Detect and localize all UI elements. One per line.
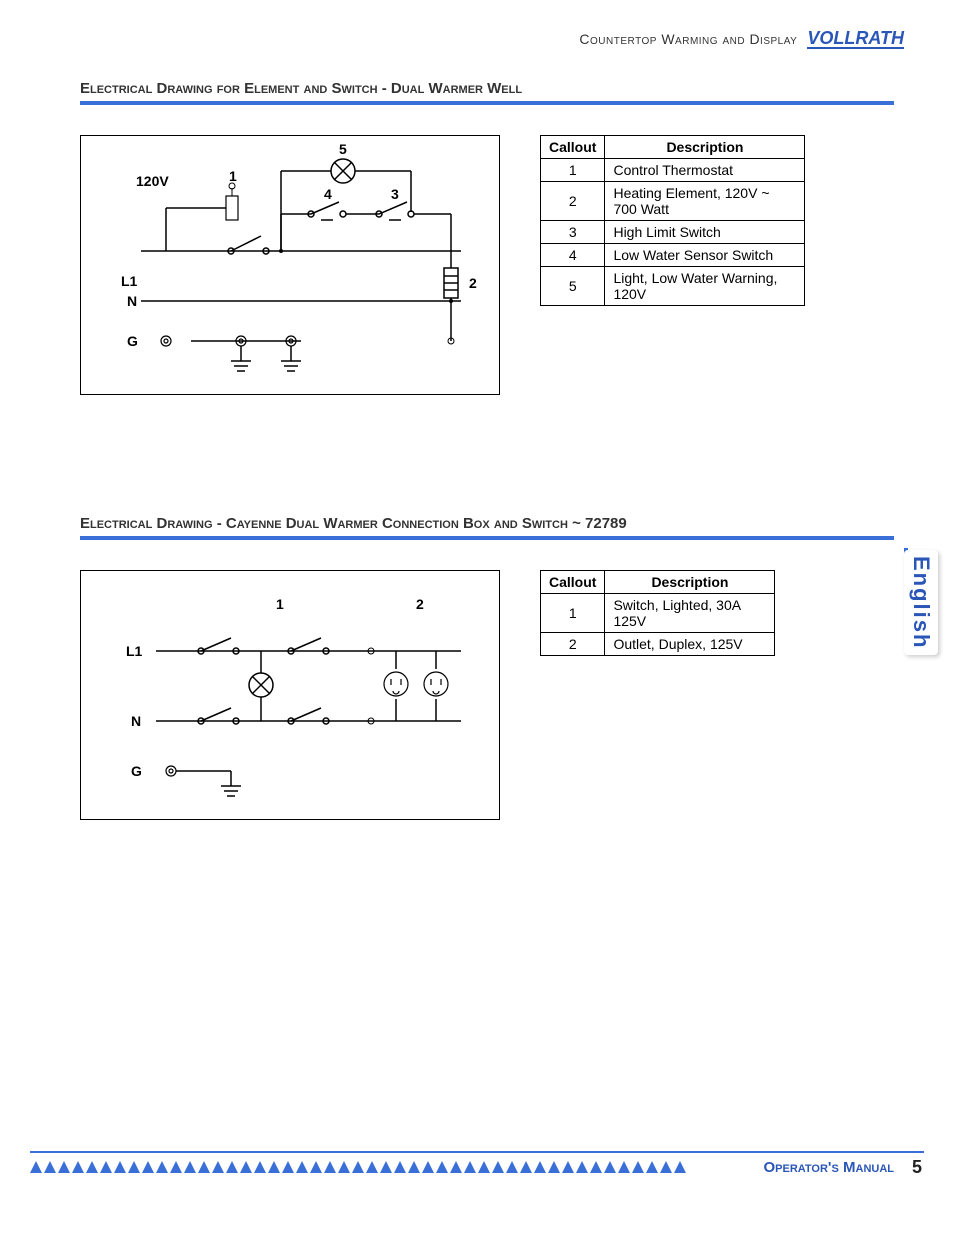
n-label: N [127,293,137,309]
ground-terminal [166,766,176,776]
section2-heading: Electrical Drawing - Cayenne Dual Warmer… [80,515,894,532]
table-row: 4Low Water Sensor Switch [541,244,805,267]
th-desc: Description [605,571,775,594]
heating-element [444,268,458,298]
callout-1: 1 [276,596,284,612]
language-tab: English [904,550,938,655]
voltage-label: 120V [136,173,169,189]
l1-label: L1 [126,643,143,659]
page-footer: Operator's Manual 5 [0,1151,954,1211]
table-row: 2Outlet, Duplex, 125V [541,633,775,656]
ground-symbol-2 [281,346,301,371]
section2-rule [80,536,894,540]
g-label: G [127,333,138,349]
outlet-2 [424,672,448,696]
th-callout: Callout [541,571,605,594]
l1-label: L1 [121,273,138,289]
table-row: 2Heating Element, 120V ~ 700 Watt [541,182,805,221]
brand-logo: VOLLRATH [807,28,904,49]
thermostat-symbol [226,183,238,220]
footer-rule [30,1151,924,1153]
page-header: Countertop Warming and Display VOLLRATH [579,28,904,49]
wiring-diagram-1: 120V L1 N G 1 [81,136,501,396]
ground-symbol-1 [231,346,251,371]
footer-label: Operator's Manual [764,1159,895,1176]
callout-5: 5 [339,141,347,157]
th-callout: Callout [541,136,605,159]
ground-symbol [221,771,241,796]
section1-rule [80,101,894,105]
table-row: 1Control Thermostat [541,159,805,182]
switch-4 [308,202,346,220]
table-row: 5Light, Low Water Warning, 120V [541,267,805,306]
callout-4: 4 [324,186,332,202]
footer-triangles [30,1161,686,1173]
callout-1: 1 [229,168,237,184]
section1-heading: Electrical Drawing for Element and Switc… [80,80,894,97]
lamp-symbol [249,673,273,697]
diagram1-box: 120V L1 N G 1 [80,135,500,395]
table-row: 1Switch, Lighted, 30A 125V [541,594,775,633]
switch-3 [376,202,414,220]
diagram2-box: L1 N G 1 2 [80,570,500,820]
callout-table-1: Callout Description 1Control Thermostat … [540,135,805,306]
wiring-diagram-2: L1 N G 1 2 [81,571,501,821]
table-row: 3High Limit Switch [541,221,805,244]
callout-3: 3 [391,186,399,202]
callout-2: 2 [469,275,477,291]
callout-table-2: Callout Description 1Switch, Lighted, 30… [540,570,775,656]
page-number: 5 [912,1157,922,1178]
header-category: Countertop Warming and Display [579,31,797,47]
n-label: N [131,713,141,729]
callout-2: 2 [416,596,424,612]
lamp-symbol [331,159,355,183]
outlet-1 [384,672,408,696]
g-label: G [131,763,142,779]
th-desc: Description [605,136,805,159]
ground-terminal-1 [161,336,171,346]
